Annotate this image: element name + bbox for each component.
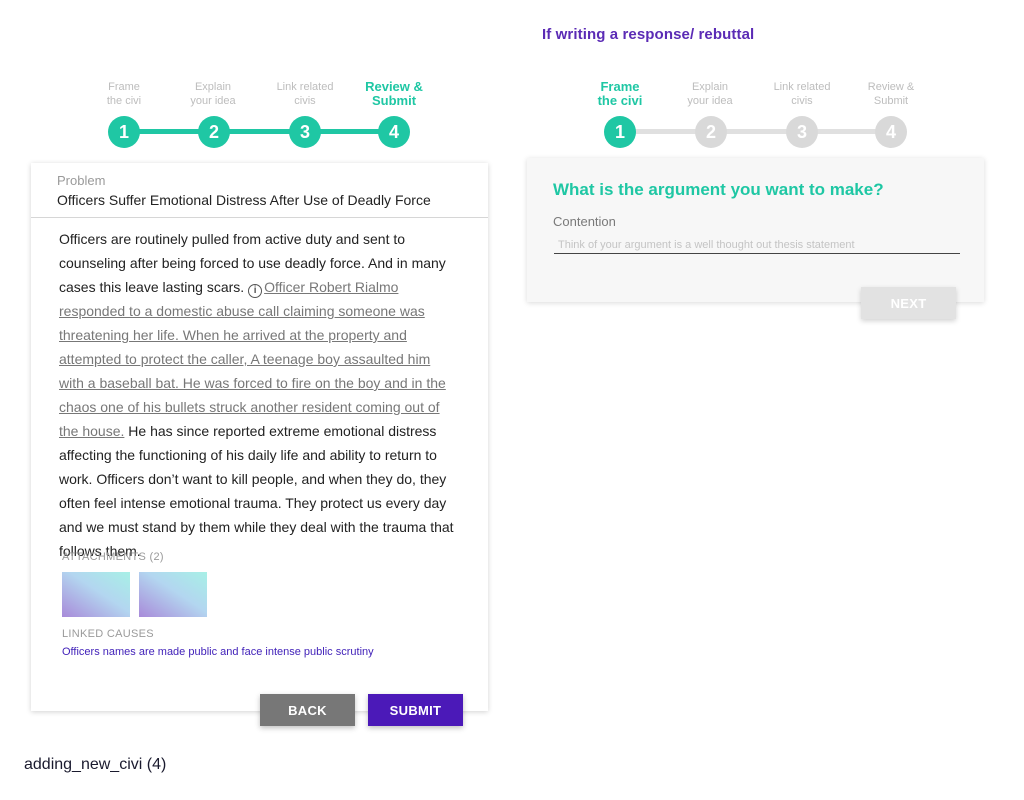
- step-label-review[interactable]: Review & Submit: [354, 80, 434, 108]
- step-2-dot[interactable]: 2: [198, 116, 230, 148]
- step-1-dot[interactable]: 1: [604, 116, 636, 148]
- step-label-explain[interactable]: Explain your idea: [670, 80, 750, 108]
- step-3-dot[interactable]: 3: [786, 116, 818, 148]
- argument-question: What is the argument you want to make?: [553, 180, 884, 199]
- step-4-dot[interactable]: 4: [875, 116, 907, 148]
- info-icon[interactable]: i: [248, 284, 263, 298]
- stepper-track-line: [620, 129, 890, 134]
- card-divider: [31, 217, 488, 218]
- response-rebuttal-subtitle: If writing a response/ rebuttal: [542, 26, 755, 43]
- review-card: Problem Officers Suffer Emotional Distre…: [31, 163, 488, 711]
- step-2-dot[interactable]: 2: [695, 116, 727, 148]
- step-label-link[interactable]: Link related civis: [265, 80, 345, 108]
- step-label-frame[interactable]: Frame the civi: [84, 80, 164, 108]
- stepper-progress-line: [124, 129, 394, 134]
- step-label-explain[interactable]: Explain your idea: [173, 80, 253, 108]
- problem-title: Officers Suffer Emotional Distress After…: [57, 192, 431, 208]
- contention-label: Contention: [553, 214, 616, 229]
- step-label-frame[interactable]: Frame the civi: [580, 80, 660, 108]
- attachment-thumbnail[interactable]: [139, 572, 207, 617]
- submit-button[interactable]: SUBMIT: [368, 694, 463, 726]
- attachments-label: ATTACHMENTS (2): [62, 551, 164, 563]
- step-1-dot[interactable]: 1: [108, 116, 140, 148]
- linked-causes-label: LINKED CAUSES: [62, 628, 154, 640]
- step-4-dot[interactable]: 4: [378, 116, 410, 148]
- step-label-review[interactable]: Review & Submit: [851, 80, 931, 108]
- next-button[interactable]: NEXT: [861, 287, 956, 319]
- civi-body-text: Officers are routinely pulled from activ…: [59, 227, 459, 563]
- step-label-link[interactable]: Link related civis: [762, 80, 842, 108]
- artboard-label: adding_new_civi (4): [24, 756, 167, 773]
- back-button[interactable]: BACK: [260, 694, 355, 726]
- linked-cause-link[interactable]: Officers names are made public and face …: [62, 646, 374, 658]
- contention-input[interactable]: [554, 236, 960, 254]
- right-stepper: Frame the civi Explain your idea Link rela…: [580, 80, 940, 160]
- linked-quote[interactable]: Officer Robert Rialmo responded to a dom…: [59, 279, 446, 439]
- argument-card: What is the argument you want to make? C…: [527, 158, 984, 302]
- body-outro: He has since reported extreme emotional …: [59, 423, 454, 559]
- attachment-thumbnail[interactable]: [62, 572, 130, 617]
- step-3-dot[interactable]: 3: [289, 116, 321, 148]
- left-stepper: Frame the civi Explain your idea Link rela…: [84, 80, 444, 160]
- problem-label: Problem: [57, 173, 106, 188]
